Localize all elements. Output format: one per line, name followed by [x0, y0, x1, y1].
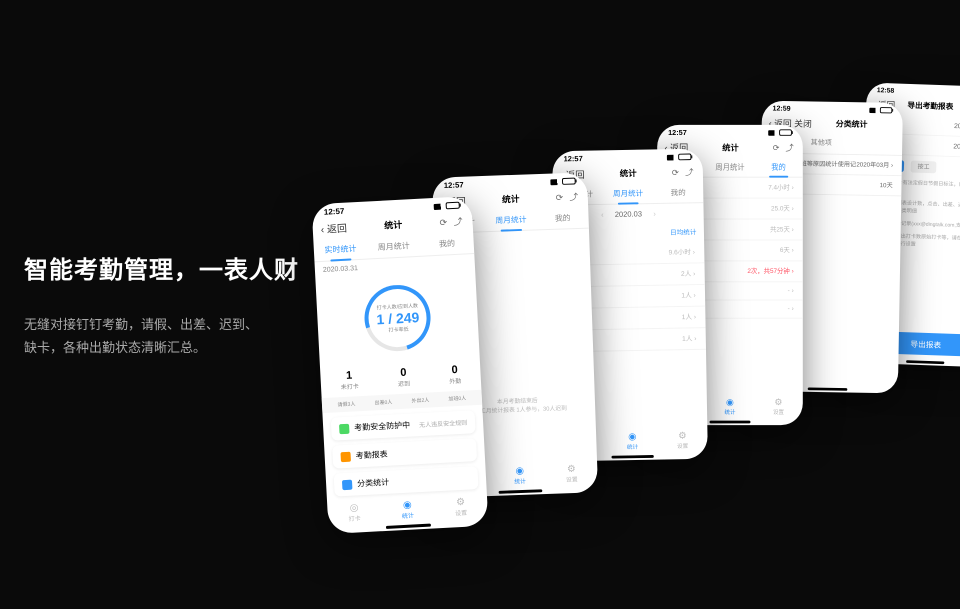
chip-trip[interactable]: 出差0人 [374, 398, 392, 406]
ring-ratio: 1 / 249 [376, 309, 420, 327]
back-button[interactable]: ‹ 返回 [320, 220, 347, 236]
hero-subtext-2: 缺卡，各种出勤状态清晰汇总。 [24, 336, 299, 359]
category-icon [342, 479, 353, 490]
hero-headline: 智能考勤管理，一表人财 [24, 250, 299, 285]
tab-month[interactable]: 周月统计 [367, 235, 421, 259]
chip-out[interactable]: 外出2人 [411, 397, 429, 405]
nav-title: 统计 [346, 216, 439, 234]
chip-ot[interactable]: 加班0人 [448, 395, 466, 403]
chip-leave[interactable]: 请假3人 [337, 400, 355, 408]
status-icons [434, 201, 460, 211]
hero-subtext-1: 无缝对接钉钉考勤，请假、出差、迟到、 [24, 313, 299, 336]
status-time: 12:57 [324, 207, 345, 217]
nav-stat[interactable]: ◉统计 [401, 500, 414, 521]
card-safety[interactable]: 考勤安全防护中 无人违反安全规则 [331, 410, 476, 441]
report-icon [340, 451, 351, 462]
seg-emp[interactable]: 按工 [911, 161, 937, 174]
tab-realtime[interactable]: 实时统计 [313, 238, 367, 262]
card-category[interactable]: 分类统计 [334, 466, 479, 497]
phone-stack: 12:57 ‹ 返回 统计 ⟳ ⤴ 实时统计 周月统计 我的 2020.03.3… [320, 20, 960, 580]
date-picker[interactable]: 2020.03.31 [323, 265, 358, 274]
shield-icon [339, 423, 350, 434]
attendance-ring: 打卡人数/应到人数 1 / 249 打卡率低 [315, 271, 479, 365]
nav-setting[interactable]: ⚙设置 [454, 497, 467, 518]
hero-text: 智能考勤管理，一表人财 无缝对接钉钉考勤，请假、出差、迟到、 缺卡，各种出勤状态… [24, 250, 299, 360]
subtab-other[interactable]: 其他项 [811, 133, 832, 154]
nav-action-icons[interactable]: ⟳ ⤴ [439, 214, 465, 228]
phone-realtime-stats: 12:57 ‹ 返回 统计 ⟳ ⤴ 实时统计 周月统计 我的 2020.03.3… [311, 196, 488, 534]
tab-mine[interactable]: 我的 [420, 232, 474, 256]
nav-clock[interactable]: ◎打卡 [348, 502, 361, 523]
card-report[interactable]: 考勤报表 [332, 438, 477, 469]
